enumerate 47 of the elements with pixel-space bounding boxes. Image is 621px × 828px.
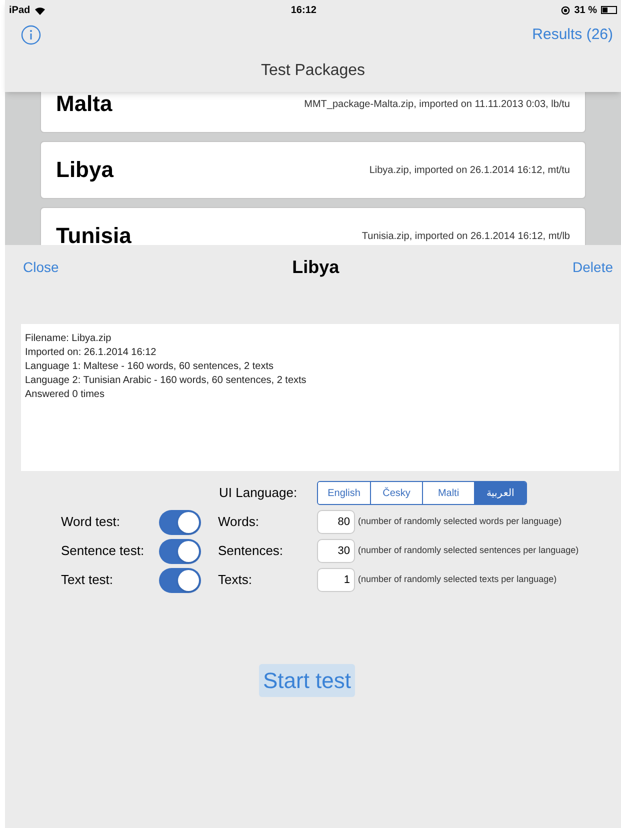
clock: 16:12 — [290, 4, 316, 18]
delete-button[interactable]: Delete — [572, 256, 613, 278]
language-segment[interactable]: Česky — [370, 482, 422, 504]
nav-title: Test Packages — [260, 61, 366, 81]
start-test-button[interactable]: Start test — [258, 664, 356, 697]
ui-language-label: UI Language: — [219, 484, 298, 502]
detail-line: Language 1: Maltese - 160 words, 60 sentences, 2 texts — [25, 360, 274, 374]
count-hint: (number of randomly selected sentences per language) — [358, 544, 579, 558]
language-segment[interactable]: English — [318, 482, 370, 504]
count-hint: (number of randomly selected words per language) — [358, 515, 562, 528]
detail-line: Answered 0 times — [25, 388, 106, 402]
sheet-title: Libya — [292, 256, 340, 279]
battery-icon — [601, 6, 617, 14]
count-hint: (number of randomly selected texts per language) — [358, 573, 557, 586]
package-name: Libya — [56, 159, 114, 181]
device-name: iPad — [9, 4, 30, 18]
package-name: Malta — [56, 93, 112, 115]
package-card[interactable]: Libya Libya.zip, imported on 26.1.2014 16:12, mt/tu — [40, 141, 586, 199]
count-field[interactable]: 80 — [317, 510, 355, 534]
battery-percent: 31 % — [574, 4, 597, 18]
test-label: Word test: — [61, 513, 122, 532]
detail-line: Language 2: Tunisian Arabic - 160 words, 60 sentences, 2 texts — [25, 374, 308, 388]
count-field[interactable]: 30 — [317, 539, 355, 563]
wifi-icon — [34, 6, 46, 14]
close-button[interactable]: Close — [23, 256, 59, 278]
detail-line: Filename: Libya.zip — [25, 332, 112, 346]
language-segment[interactable]: Malti — [422, 482, 474, 504]
count-label: Words: — [218, 513, 260, 532]
results-button[interactable]: Results (26) — [532, 24, 613, 46]
package-info: MMT_package-Malta.zip, imported on 11.11.2013 0:03, lb/tu — [304, 98, 570, 112]
test-label: Text test: — [61, 571, 114, 590]
lock-rotation-icon — [561, 6, 570, 14]
package-card[interactable]: Malta MMT_package-Malta.zip, imported on 11.11.2013 0:03, lb/tu — [40, 92, 586, 133]
package-info: Tunisia.zip, imported on 26.1.2014 16:12, mt/lb — [362, 230, 570, 244]
test-toggle[interactable] — [159, 510, 201, 534]
count-label: Sentences: — [218, 542, 284, 560]
package-card[interactable]: Tunisia Tunisia.zip, imported on 26.1.2014 16:12, mt/lb — [40, 207, 586, 245]
language-segment[interactable]: العربية — [474, 482, 526, 504]
detail-line: Imported on: 26.1.2014 16:12 — [25, 346, 158, 360]
info-icon[interactable] — [21, 25, 41, 45]
test-label: Sentence test: — [61, 542, 146, 560]
package-name: Tunisia — [56, 225, 132, 245]
count-label: Texts: — [218, 571, 253, 590]
test-toggle[interactable] — [159, 568, 201, 592]
count-field[interactable]: 1 — [317, 568, 355, 592]
test-toggle[interactable] — [159, 538, 201, 564]
package-info: Libya.zip, imported on 26.1.2014 16:12, mt/tu — [369, 164, 570, 178]
